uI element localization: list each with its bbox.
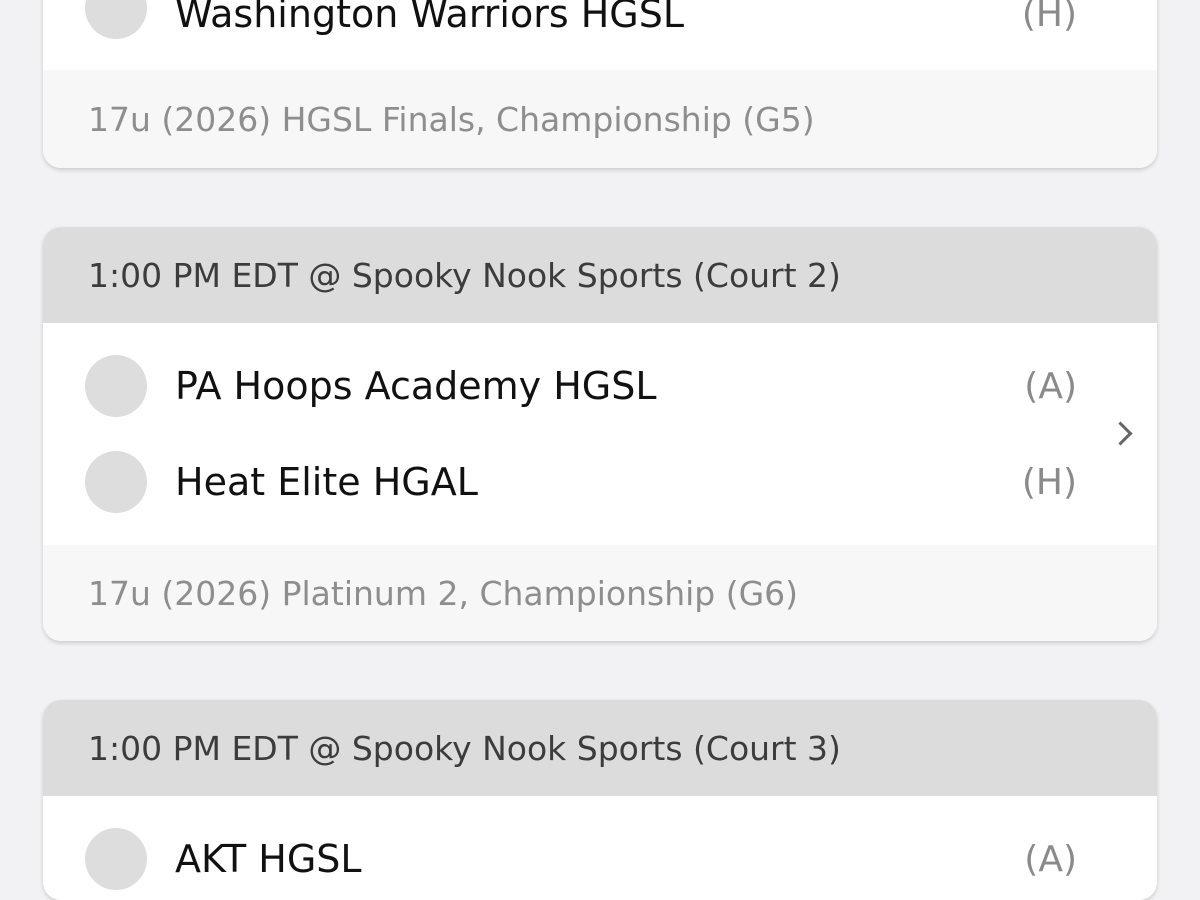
home-away-indicator: (H) (1021, 0, 1077, 35)
team-avatar (85, 355, 147, 417)
team-name: Heat Elite HGAL (175, 460, 478, 504)
team-row-away: AKT HGSL (A) (43, 811, 1157, 900)
team-row-away: PA Hoops Academy HGSL (A) (43, 338, 1157, 434)
team-list: Washington Warriors HGSL (H) (43, 0, 1157, 70)
game-time-location: 1:00 PM EDT @ Spooky Nook Sports (Court … (43, 227, 1157, 323)
home-away-indicator: (A) (1024, 838, 1077, 880)
home-away-indicator: (A) (1024, 365, 1077, 407)
division-label: 17u (2026) HGSL Finals, Championship (G5… (43, 70, 1157, 168)
home-away-indicator: (H) (1021, 461, 1077, 503)
team-list: AKT HGSL (A) (43, 796, 1157, 900)
team-name: Washington Warriors HGSL (175, 0, 685, 36)
game-card[interactable]: Washington Warriors HGSL (H) 17u (2026) … (43, 0, 1157, 168)
team-list: PA Hoops Academy HGSL (A) Heat Elite HGA… (43, 323, 1157, 545)
team-row-home: Washington Warriors HGSL (H) (43, 0, 1157, 70)
game-card[interactable]: 1:00 PM EDT @ Spooky Nook Sports (Court … (43, 227, 1157, 641)
team-name: PA Hoops Academy HGSL (175, 364, 657, 408)
game-time-location: 1:00 PM EDT @ Spooky Nook Sports (Court … (43, 700, 1157, 796)
division-label: 17u (2026) Platinum 2, Championship (G6) (43, 545, 1157, 641)
team-avatar (85, 828, 147, 890)
team-avatar (85, 0, 147, 39)
team-avatar (85, 451, 147, 513)
game-card[interactable]: 1:00 PM EDT @ Spooky Nook Sports (Court … (43, 700, 1157, 900)
team-row-home: Heat Elite HGAL (H) (43, 434, 1157, 530)
team-name: AKT HGSL (175, 837, 362, 881)
